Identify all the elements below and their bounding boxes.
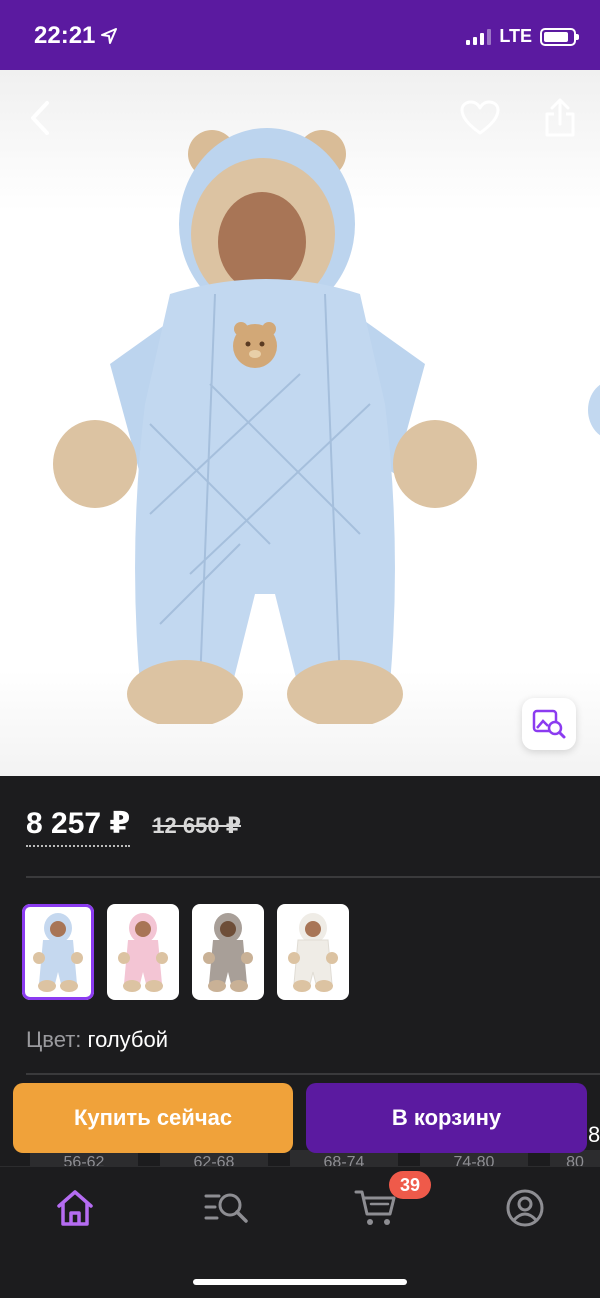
current-price[interactable]: 8 257 ₽ xyxy=(26,806,131,847)
snowsuit-gray-icon xyxy=(203,913,253,992)
price-row: 8 257 ₽ 12 650 ₽ xyxy=(26,806,241,847)
home-indicator xyxy=(193,1279,407,1285)
color-swatches xyxy=(22,904,349,1000)
image-search-icon xyxy=(532,709,566,739)
cart-badge: 39 xyxy=(389,1171,431,1199)
buy-now-button[interactable]: Купить сейчас xyxy=(13,1083,293,1153)
swatch-pink[interactable] xyxy=(107,904,179,1000)
signal-icon xyxy=(466,28,492,45)
old-price: 12 650 ₽ xyxy=(152,813,242,838)
color-value: голубой xyxy=(87,1027,169,1052)
status-indicators: LTE xyxy=(466,26,579,47)
swatch-gray[interactable] xyxy=(192,904,264,1000)
color-row: Цвет: голубой xyxy=(26,1027,168,1053)
visual-search-button[interactable] xyxy=(522,698,576,750)
add-to-cart-button[interactable]: В корзину xyxy=(306,1083,587,1153)
product-gallery[interactable] xyxy=(0,70,600,776)
location-arrow-icon xyxy=(101,28,118,44)
swatch-white[interactable] xyxy=(277,904,349,1000)
next-image-peek xyxy=(588,384,600,436)
battery-icon xyxy=(540,27,579,46)
profile-icon xyxy=(506,1189,544,1227)
color-label: Цвет: xyxy=(26,1027,82,1052)
tab-catalog[interactable] xyxy=(201,1183,251,1233)
snowsuit-white-icon xyxy=(288,913,338,992)
snowsuit-pink-icon xyxy=(118,913,168,992)
status-bar: 22:21 LTE xyxy=(0,0,600,70)
network-label: LTE xyxy=(499,26,532,46)
product-image xyxy=(53,128,477,724)
tab-bar: 39 xyxy=(0,1166,600,1298)
divider xyxy=(26,1073,600,1075)
share-button[interactable] xyxy=(538,96,582,140)
tab-profile[interactable] xyxy=(500,1183,550,1233)
snowsuit-blue-icon xyxy=(33,913,83,992)
status-time: 22:21 xyxy=(34,22,118,50)
status-time-text: 22:21 xyxy=(34,22,96,49)
divider xyxy=(26,876,600,878)
share-icon xyxy=(545,98,575,137)
swatch-blue[interactable] xyxy=(22,904,94,1000)
catalog-search-icon xyxy=(204,1193,248,1223)
edge-text: 8 xyxy=(588,1122,600,1147)
home-icon xyxy=(57,1190,93,1226)
tab-home[interactable] xyxy=(50,1183,100,1233)
